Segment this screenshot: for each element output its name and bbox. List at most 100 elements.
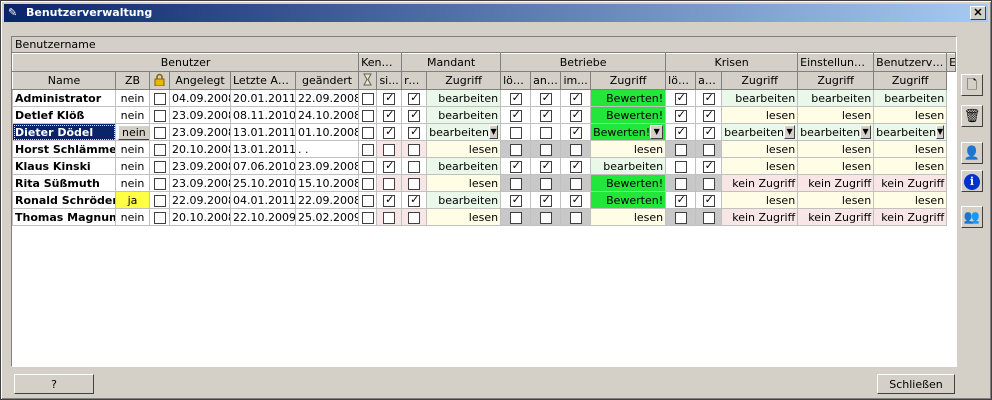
cell-letzte[interactable]: 13.01.2011	[230, 140, 296, 158]
checkbox-kris_anf[interactable]	[702, 143, 715, 156]
cell-kris_loes[interactable]	[665, 157, 697, 175]
checkbox-betr_im[interactable]	[569, 193, 582, 207]
checkbox-betr_loes[interactable]	[509, 143, 522, 156]
cell-bverw[interactable]: lesen	[797, 191, 875, 209]
cell-angelegt[interactable]: 23.09.2008	[169, 174, 231, 192]
column-header[interactable]: re...	[401, 71, 428, 90]
cell-lock[interactable]	[149, 140, 170, 158]
column-header[interactable]: si...	[376, 71, 403, 90]
checkbox-si[interactable]	[383, 177, 396, 190]
cell-lock[interactable]	[149, 208, 170, 226]
cell-letzte[interactable]: 25.10.2010	[230, 174, 296, 192]
checkbox-re[interactable]	[408, 193, 421, 207]
table-row[interactable]: Klaus Kinski nein 23.09.2008 07.06.2010 23.0…	[12, 157, 956, 175]
column-header-expiry[interactable]	[358, 71, 378, 90]
help-button[interactable]: ?	[14, 374, 94, 394]
checkbox-betr_im[interactable]	[569, 159, 582, 173]
checkbox-kris_anf[interactable]	[702, 91, 715, 105]
cell-letzte[interactable]: 22.10.2009	[230, 208, 296, 226]
cell-re[interactable]	[401, 208, 428, 226]
cell-betr_im[interactable]	[560, 106, 592, 124]
cell-kris_loes[interactable]	[665, 106, 697, 124]
cell-einst[interactable]: lesen	[721, 140, 799, 158]
checkbox-betr_im[interactable]	[569, 91, 582, 105]
cell-betr_anf[interactable]	[530, 123, 562, 141]
checkbox-lock[interactable]	[153, 194, 166, 207]
cell-kris_zugriff[interactable]: Bewerten! ▼	[590, 123, 667, 141]
cell-zb[interactable]: nein	[115, 106, 150, 124]
cell-pw_flag[interactable]	[358, 140, 378, 158]
cell-geaendert[interactable]: 25.02.2009	[294, 208, 360, 226]
cell-angelegt[interactable]: 22.09.2008	[169, 191, 231, 209]
checkbox-betr_anf[interactable]	[539, 193, 552, 207]
cell-geaendert[interactable]: 15.10.2008	[294, 174, 360, 192]
column-header-lock[interactable]	[149, 71, 170, 90]
cell-zb[interactable]: nein	[115, 140, 150, 158]
checkbox-betr_anf[interactable]	[539, 211, 552, 224]
checkbox-betr_anf[interactable]	[539, 177, 552, 190]
cell-re[interactable]	[401, 157, 428, 175]
checkbox-betr_anf[interactable]	[539, 126, 552, 139]
cell-bverw[interactable]: kein Zugriff	[797, 208, 875, 226]
column-header[interactable]: geändert	[294, 71, 360, 90]
cell-kris_zugriff[interactable]: Bewerten!	[590, 106, 667, 124]
checkbox-pw_flag[interactable]	[361, 126, 374, 139]
cell-si[interactable]	[376, 106, 403, 124]
cell-betr_zugriff[interactable]: bearbeiten	[426, 191, 502, 209]
checkbox-betr_loes[interactable]	[509, 177, 522, 190]
cell-betr_loes[interactable]	[500, 89, 532, 107]
cell-betr_zugriff[interactable]: lesen	[426, 140, 502, 158]
dropdown-kris_zugriff[interactable]: Bewerten! ▼	[593, 125, 664, 139]
cell-lock[interactable]	[149, 157, 170, 175]
cell-pw_flag[interactable]	[358, 174, 378, 192]
cell-betr_loes[interactable]	[500, 208, 532, 226]
cell-geaendert[interactable]: 22.09.2008	[294, 89, 360, 107]
cell-kris_anf[interactable]	[695, 208, 723, 226]
checkbox-lock[interactable]	[153, 160, 166, 173]
checkbox-si[interactable]	[383, 125, 396, 139]
cell-betr_zugriff[interactable]: bearbeiten	[426, 89, 502, 107]
dropdown-arrow-icon[interactable]: ▼	[650, 125, 664, 139]
cell-kris_anf[interactable]	[695, 191, 723, 209]
cell-eprot[interactable]: lesen	[873, 140, 948, 158]
checkbox-kris_anf[interactable]	[702, 159, 715, 173]
cell-betr_zugriff[interactable]: bearbeiten ▼	[426, 123, 502, 141]
table-row[interactable]: Ronald Schröder ja 22.09.2008 04.01.2011 22.…	[12, 191, 956, 209]
cell-angelegt[interactable]: 04.09.2008	[169, 89, 231, 107]
cell-name[interactable]: Ronald Schröder	[12, 191, 116, 209]
checkbox-lock[interactable]	[153, 109, 166, 122]
cell-betr_anf[interactable]	[530, 157, 562, 175]
cell-pw_flag[interactable]	[358, 89, 378, 107]
checkbox-betr_loes[interactable]	[509, 159, 522, 173]
cell-kris_loes[interactable]	[665, 140, 697, 158]
table-row[interactable]: Rita Süßmuth nein 23.09.2008 25.10.2010 15.1…	[12, 174, 956, 192]
cell-kris_zugriff[interactable]: Bewerten!	[590, 174, 667, 192]
checkbox-si[interactable]	[383, 108, 396, 122]
checkbox-re[interactable]	[408, 177, 421, 190]
cell-lock[interactable]	[149, 191, 170, 209]
cell-bverw[interactable]: lesen	[797, 106, 875, 124]
checkbox-betr_im[interactable]	[569, 143, 582, 156]
cell-si[interactable]	[376, 157, 403, 175]
cell-betr_loes[interactable]	[500, 174, 532, 192]
cell-zb[interactable]: nein	[115, 208, 150, 226]
cell-eprot[interactable]: kein Zugriff	[873, 174, 948, 192]
cell-einst[interactable]: lesen	[721, 191, 799, 209]
checkbox-betr_anf[interactable]	[539, 143, 552, 156]
cell-betr_anf[interactable]	[530, 174, 562, 192]
cell-betr_anf[interactable]	[530, 140, 562, 158]
checkbox-kris_anf[interactable]	[702, 125, 715, 139]
checkbox-betr_loes[interactable]	[509, 211, 522, 224]
column-header[interactable]: Letzte An...	[230, 71, 296, 90]
cell-re[interactable]	[401, 174, 428, 192]
checkbox-kris_loes[interactable]	[674, 143, 687, 156]
cell-name[interactable]: Detlef Klöß	[12, 106, 116, 124]
column-header[interactable]: anf...	[530, 71, 562, 90]
cell-re[interactable]	[401, 106, 428, 124]
zb-button[interactable]: nein	[118, 124, 149, 140]
checkbox-pw_flag[interactable]	[361, 177, 374, 190]
checkbox-betr_anf[interactable]	[539, 91, 552, 105]
checkbox-re[interactable]	[408, 143, 421, 156]
checkbox-si[interactable]	[383, 159, 396, 173]
cell-einst[interactable]: bearbeiten	[721, 89, 799, 107]
